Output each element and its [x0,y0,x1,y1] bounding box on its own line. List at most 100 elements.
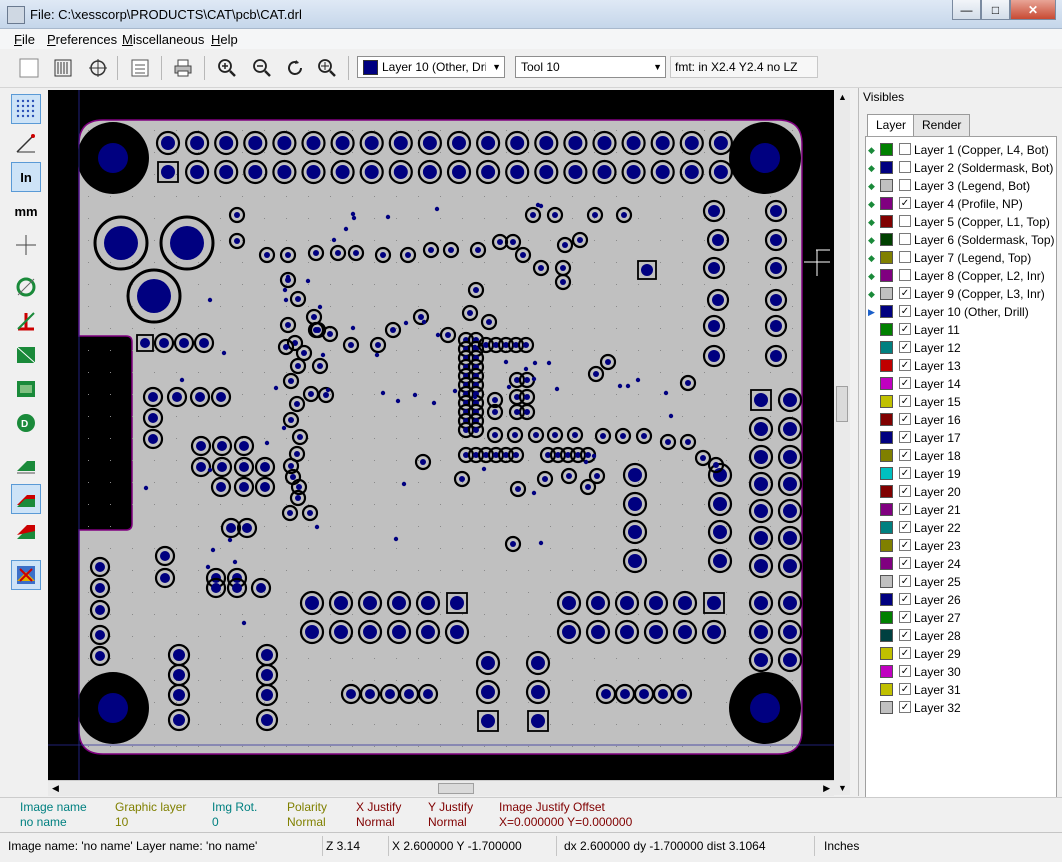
layer-color-swatch[interactable] [880,521,893,534]
show-flashed-button[interactable] [11,272,41,302]
layer-row[interactable]: ✓ Layer 31 [866,681,1054,699]
layer-visibility-checkbox[interactable] [899,233,911,245]
layer-row[interactable]: ✓ Layer 15 [866,393,1054,411]
layer-row[interactable]: ✓ Layer 29 [866,645,1054,663]
layer-visibility-checkbox[interactable]: ✓ [899,305,911,317]
layer-color-swatch[interactable] [880,449,893,462]
layer-row[interactable]: ◆ Layer 6 (Soldermask, Top) [866,231,1055,249]
grid-toggle-button[interactable] [11,94,41,124]
layer-row[interactable]: ◆ Layer 7 (Legend, Top) [866,249,1054,267]
layers-stack-button[interactable] [11,450,41,480]
layer-visibility-checkbox[interactable]: ✓ [899,197,911,209]
layer-color-swatch[interactable] [880,197,893,210]
layer-row[interactable]: ◆ Layer 8 (Copper, L2, Inr) [866,267,1054,285]
layer-visibility-checkbox[interactable]: ✓ [899,647,911,659]
layer-row[interactable]: ✓ Layer 23 [866,537,1054,555]
layer-row[interactable]: ✓ Layer 12 [866,339,1054,357]
layer-color-swatch[interactable] [880,395,893,408]
layer-visibility-checkbox[interactable] [899,215,911,227]
layer-visibility-checkbox[interactable]: ✓ [899,521,911,533]
menu-preferences[interactable]: Preferences [47,32,117,47]
redraw-button[interactable] [282,55,308,81]
layer-color-swatch[interactable] [880,161,893,174]
layer-row[interactable]: ✓ Layer 14 [866,375,1054,393]
layer-row[interactable]: ◆ Layer 1 (Copper, L4, Bot) [866,141,1054,159]
layer-color-swatch[interactable] [880,683,893,696]
layer-visibility-checkbox[interactable] [899,251,911,263]
layer-visibility-checkbox[interactable]: ✓ [899,485,911,497]
layer-color-swatch[interactable] [880,485,893,498]
scroll-left-icon[interactable]: ◀ [52,783,59,794]
layer-visibility-checkbox[interactable]: ✓ [899,593,911,605]
layer-visibility-checkbox[interactable]: ✓ [899,359,911,371]
tab-render[interactable]: Render [913,114,971,136]
horizontal-scrollbar[interactable]: ◀ ▶ [48,780,834,796]
layer-visibility-checkbox[interactable]: ✓ [899,503,911,515]
layer-visibility-checkbox[interactable]: ✓ [899,557,911,569]
layer-color-swatch[interactable] [880,611,893,624]
zoom-out-button[interactable] [249,55,275,81]
layer-row[interactable]: ✓ Layer 19 [866,465,1054,483]
scroll-right-icon[interactable]: ▶ [823,783,830,794]
layer-row[interactable]: ✓ Layer 30 [866,663,1054,681]
layer-visibility-checkbox[interactable]: ✓ [899,611,911,623]
layer-visibility-checkbox[interactable]: ✓ [899,431,911,443]
layer-color-swatch[interactable] [880,647,893,660]
vertical-scrollbar[interactable]: ▲ ▼ [834,90,850,795]
dcode-button[interactable] [127,55,153,81]
layer-color-swatch[interactable] [880,305,893,318]
layer-visibility-checkbox[interactable] [899,179,911,191]
layer-visibility-checkbox[interactable]: ✓ [899,665,911,677]
layer-color-swatch[interactable] [880,287,893,300]
layer-row[interactable]: ◆ Layer 2 (Soldermask, Bot) [866,159,1054,177]
show-negative-button[interactable] [11,374,41,404]
menu-help[interactable]: Help [211,32,238,47]
layer-color-swatch[interactable] [880,143,893,156]
layer-color-swatch[interactable] [880,665,893,678]
layer-visibility-checkbox[interactable] [899,143,911,155]
units-inch-button[interactable]: In [11,162,41,192]
layer-row[interactable]: ✓ Layer 17 [866,429,1054,447]
layer-row[interactable]: ◆ Layer 5 (Copper, L1, Top) [866,213,1054,231]
layer-visibility-checkbox[interactable]: ✓ [899,341,911,353]
show-dcodes-button[interactable]: D [11,408,41,438]
layers-transparency-button[interactable] [11,484,41,514]
layer-visibility-checkbox[interactable]: ✓ [899,629,911,641]
layer-visibility-checkbox[interactable]: ✓ [899,539,911,551]
layer-color-swatch[interactable] [880,233,893,246]
print-button[interactable] [170,55,196,81]
layer-row[interactable]: ✓ Layer 28 [866,627,1054,645]
layer-color-swatch[interactable] [880,575,893,588]
layer-row[interactable]: ✓ Layer 32 [866,699,1054,717]
layers-manager-button[interactable] [11,560,41,590]
layer-row[interactable]: ✓ Layer 11 [866,321,1054,339]
units-mm-button[interactable]: mm [11,196,41,226]
horizontal-scroll-thumb[interactable] [438,783,474,794]
layer-color-swatch[interactable] [880,179,893,192]
close-button[interactable]: ✕ [1010,0,1056,20]
layer-visibility-checkbox[interactable]: ✓ [899,395,911,407]
layer-color-swatch[interactable] [880,413,893,426]
tab-layer[interactable]: Layer [867,114,916,137]
zoom-fit-button[interactable] [314,55,340,81]
layer-visibility-checkbox[interactable] [899,161,911,173]
layer-color-swatch[interactable] [880,377,893,390]
vertical-scroll-thumb[interactable] [836,386,848,422]
layer-visibility-checkbox[interactable]: ✓ [899,323,911,335]
layer-row[interactable]: ✓ Layer 25 [866,573,1054,591]
minimize-button[interactable]: — [952,0,981,20]
layer-row[interactable]: ✓ Layer 13 [866,357,1054,375]
layer-row[interactable]: ✓ Layer 21 [866,501,1054,519]
layer-visibility-checkbox[interactable]: ✓ [899,467,911,479]
layer-color-swatch[interactable] [880,467,893,480]
drill-tool-button[interactable] [50,55,76,81]
layer-color-swatch[interactable] [880,629,893,642]
tool-select[interactable]: Tool 10 ▼ [515,56,666,78]
layer-color-swatch[interactable] [880,503,893,516]
pcb-canvas[interactable] [48,90,834,780]
menu-file[interactable]: File [14,32,35,47]
layer-visibility-checkbox[interactable]: ✓ [899,575,911,587]
layer-row[interactable]: ✓ Layer 27 [866,609,1054,627]
scroll-down-icon[interactable]: ▼ [838,783,847,793]
layer-visibility-checkbox[interactable]: ✓ [899,413,911,425]
